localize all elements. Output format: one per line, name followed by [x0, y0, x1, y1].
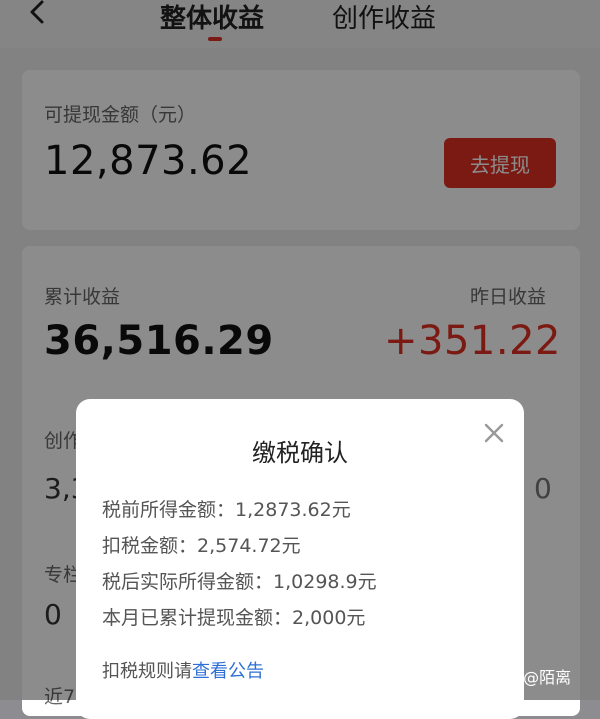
aftertax-amount-value: 1,0298.9元: [273, 571, 377, 593]
aftertax-amount-row: 税后实际所得金额：1,0298.9元: [102, 567, 377, 594]
tax-confirmation-dialog: 缴税确认 税前所得金额：1,2873.62元 扣税金额：2,574.72元 税后…: [76, 399, 524, 719]
pretax-amount-label: 税前所得金额：: [102, 499, 236, 521]
pretax-amount-value: 1,2873.62元: [235, 499, 351, 521]
monthly-withdrawn-label: 本月已累计提现金额：: [102, 607, 293, 629]
monthly-withdrawn-row: 本月已累计提现金额：2,000元: [102, 603, 365, 630]
pretax-amount-row: 税前所得金额：1,2873.62元: [102, 495, 351, 522]
dialog-title: 缴税确认: [252, 439, 348, 467]
tax-rule-prefix: 扣税规则请: [102, 661, 192, 682]
watermark-text: 知乎 @陌离: [486, 668, 572, 687]
tax-deduction-value: 2,574.72元: [197, 535, 301, 557]
close-icon[interactable]: [480, 419, 508, 447]
tax-deduction-label: 扣税金额：: [102, 535, 198, 557]
tax-deduction-row: 扣税金额：2,574.72元: [102, 531, 301, 558]
aftertax-amount-label: 税后实际所得金额：: [102, 571, 274, 593]
view-announcement-link[interactable]: 查看公告: [192, 661, 264, 682]
tax-rule-note: 扣税规则请查看公告: [102, 657, 264, 683]
monthly-withdrawn-value: 2,000元: [292, 607, 366, 629]
